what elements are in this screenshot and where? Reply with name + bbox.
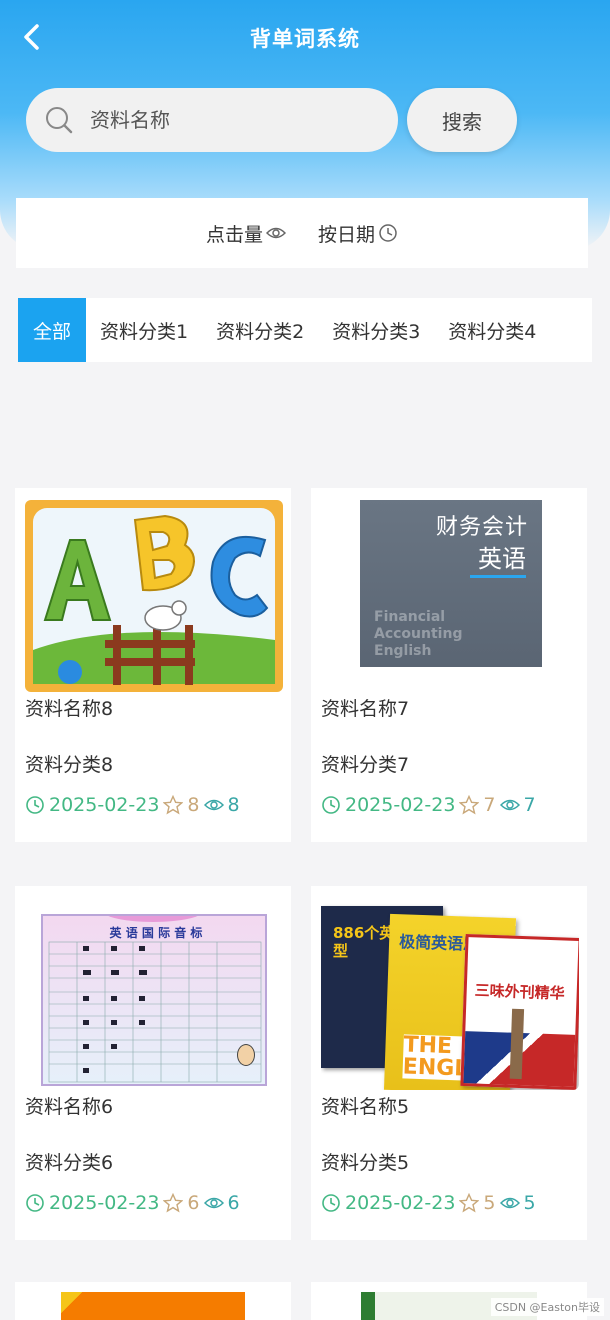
cover-title: 财务会计 (435, 515, 528, 540)
star-icon (459, 795, 480, 815)
eye-icon (203, 799, 224, 811)
sort-by-date-label: 按日期 (318, 223, 376, 246)
clock-icon (322, 1194, 340, 1212)
clock-icon (26, 1194, 44, 1212)
page-title: 背单词系统 (250, 27, 360, 51)
tab-category-4[interactable]: 资料分类4 (434, 298, 550, 362)
search-icon (46, 107, 73, 134)
book3-title: 三味外刊精华 (474, 981, 566, 1003)
item-thumbnail: 886个英语句型 极简英语思维 THE ENGLISH 三味外刊精华 (321, 898, 579, 1090)
category-tabs: 全部 资料分类1 资料分类2 资料分类3 资料分类4 (18, 298, 592, 362)
item-likes: 6 (187, 1192, 200, 1214)
eye-icon (266, 227, 286, 239)
book2-eng: THE ENGLISH (402, 1032, 512, 1084)
star-icon (163, 1193, 184, 1213)
star-icon (459, 1193, 480, 1213)
list-item[interactable]: 英 语 国 际 音 标 资料名称6 资料分类6 2025-02-23 6 6 (15, 886, 291, 1240)
list-item[interactable]: 资料名称8 资料分类8 2025-02-23 8 8 (15, 488, 291, 842)
item-date: 2025-02-23 (345, 1192, 456, 1214)
list-item[interactable]: 886个英语句型 极简英语思维 THE ENGLISH 三味外刊精华 资料名称5… (311, 886, 587, 1240)
item-date: 2025-02-23 (345, 794, 456, 816)
sort-by-date[interactable]: 按日期 (318, 220, 398, 247)
eye-icon (499, 799, 520, 811)
search-button[interactable]: 搜索 (407, 88, 517, 152)
item-category: 资料分类7 (321, 754, 410, 776)
cover-subtitle: 英语 (478, 545, 526, 573)
item-category: 资料分类5 (321, 1152, 410, 1174)
tab-category-2[interactable]: 资料分类2 (202, 298, 318, 362)
item-views: 8 (227, 794, 240, 816)
item-views: 5 (523, 1192, 536, 1214)
item-meta: 2025-02-23 7 7 (321, 794, 536, 816)
item-likes: 5 (483, 1192, 496, 1214)
item-views: 6 (227, 1192, 240, 1214)
item-name: 资料名称5 (321, 1096, 410, 1118)
item-meta: 2025-02-23 5 5 (321, 1192, 536, 1214)
back-button[interactable] (14, 20, 48, 54)
clock-icon (379, 224, 397, 242)
eye-icon (203, 1197, 224, 1209)
search-input[interactable] (90, 108, 350, 132)
abc-letters-image (33, 508, 275, 685)
chevron-left-icon (24, 24, 39, 50)
item-category: 资料分类6 (25, 1152, 114, 1174)
watermark: CSDN @Easton毕设 (490, 1298, 604, 1316)
item-name: 资料名称7 (321, 698, 410, 720)
sort-by-clicks[interactable]: 点击量 (206, 220, 286, 247)
item-thumbnail (61, 1292, 245, 1320)
book-cover-image: 财务会计 英语 Financial Accounting English (360, 500, 542, 667)
sort-by-clicks-label: 点击量 (205, 223, 263, 246)
item-likes: 8 (187, 794, 200, 816)
clock-icon (322, 796, 340, 814)
cover-english-title: Financial Accounting English (374, 609, 463, 659)
item-date: 2025-02-23 (49, 794, 160, 816)
item-meta: 2025-02-23 8 8 (25, 794, 240, 816)
chart-title: 英 语 国 际 音 标 (109, 926, 203, 940)
item-thumbnail: 英 语 国 际 音 标 (25, 898, 283, 1090)
clock-icon (26, 796, 44, 814)
item-meta: 2025-02-23 6 6 (25, 1192, 240, 1214)
list-item[interactable]: 财务会计 英语 Financial Accounting English 资料名… (311, 488, 587, 842)
star-icon (163, 795, 184, 815)
item-category: 资料分类8 (25, 754, 114, 776)
item-likes: 7 (483, 794, 496, 816)
item-views: 7 (523, 794, 536, 816)
item-date: 2025-02-23 (49, 1192, 160, 1214)
sort-bar: 点击量 按日期 (16, 198, 588, 268)
tab-category-1[interactable]: 资料分类1 (86, 298, 202, 362)
book-stack-image: 886个英语句型 极简英语思维 THE ENGLISH 三味外刊精华 (321, 906, 579, 1090)
eye-icon (499, 1197, 520, 1209)
phonetic-chart-image: 英 语 国 际 音 标 (41, 914, 267, 1086)
item-name: 资料名称6 (25, 1096, 114, 1118)
tab-category-3[interactable]: 资料分类3 (318, 298, 434, 362)
item-thumbnail (25, 500, 283, 692)
list-item[interactable] (15, 1282, 291, 1320)
item-name: 资料名称8 (25, 698, 114, 720)
search-box[interactable] (26, 88, 398, 152)
nav-bar: 背单词系统 (0, 0, 610, 76)
tab-all[interactable]: 全部 (18, 298, 87, 362)
item-thumbnail: 财务会计 英语 Financial Accounting English (321, 500, 579, 692)
